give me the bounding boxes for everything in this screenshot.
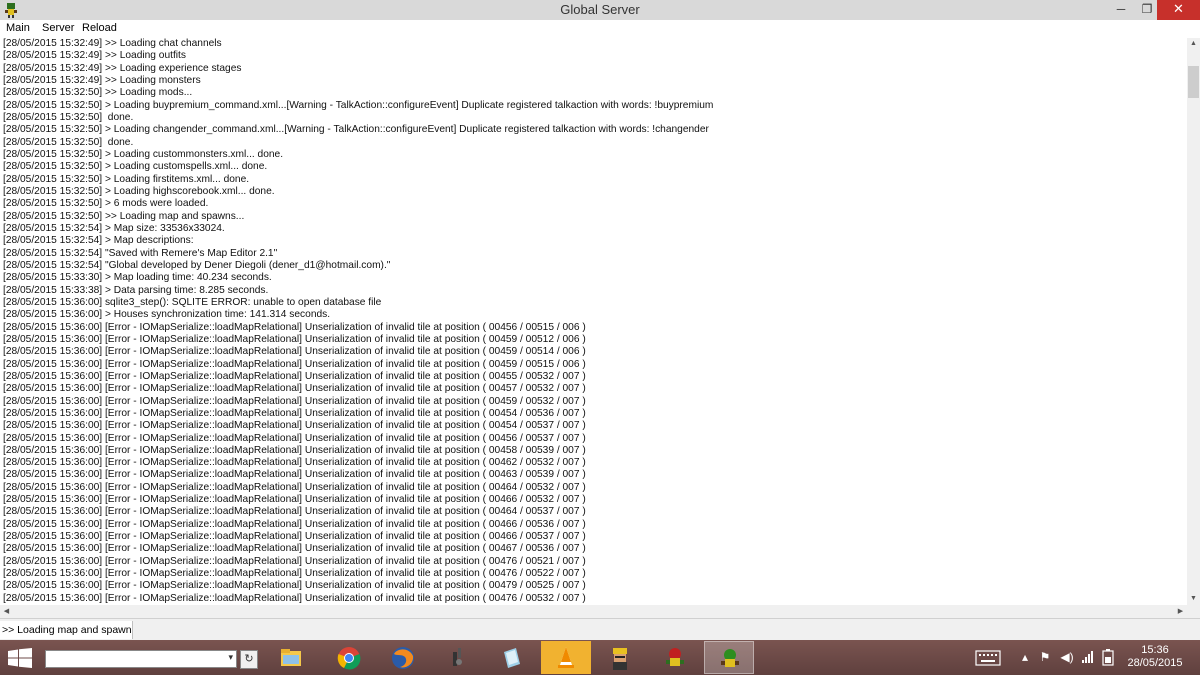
console-line: [28/05/2015 15:36:00] [Error - IOMapSeri… <box>3 568 586 580</box>
console-line: [28/05/2015 15:32:50] > Loading customsp… <box>3 161 268 173</box>
scroll-right-arrow-icon[interactable]: ▶ <box>1174 605 1187 618</box>
notepad-icon <box>504 648 520 668</box>
menu-reload[interactable]: Reload <box>82 22 117 34</box>
console-line: [28/05/2015 15:36:00] [Error - IOMapSeri… <box>3 531 586 543</box>
scrollbar-corner <box>1187 605 1200 618</box>
keyboard-icon[interactable] <box>975 650 1001 666</box>
character-icon <box>613 648 627 670</box>
console-log[interactable]: [28/05/2015 15:32:49] >> Loading chat ch… <box>0 38 1187 605</box>
scroll-down-arrow-icon[interactable]: ▼ <box>1187 593 1200 605</box>
taskbar-firefox[interactable] <box>378 641 428 674</box>
show-hidden-icons-icon[interactable]: ▴ <box>1017 649 1033 665</box>
battery-icon[interactable] <box>1101 649 1115 666</box>
console-line: [28/05/2015 15:36:00] [Error - IOMapSeri… <box>3 407 586 419</box>
taskbar-notepad[interactable] <box>487 641 537 674</box>
clock-date: 28/05/2015 <box>1127 657 1183 669</box>
console-line: [28/05/2015 15:36:00] [Error - IOMapSeri… <box>3 555 586 567</box>
console-line: [28/05/2015 15:36:00] [Error - IOMapSeri… <box>3 321 586 333</box>
console-line: [28/05/2015 15:32:50] > Loading buypremi… <box>3 99 714 111</box>
taskbar-tool[interactable] <box>432 641 482 674</box>
console-line: [28/05/2015 15:32:54] "Saved with Remere… <box>3 247 278 259</box>
address-search-input[interactable]: ▾ <box>45 650 237 668</box>
console-line: [28/05/2015 15:36:00] [Error - IOMapSeri… <box>3 543 586 555</box>
vertical-scroll-thumb[interactable] <box>1188 66 1199 98</box>
console-line: [28/05/2015 15:32:49] >> Loading outfits <box>3 50 186 62</box>
flag-icon[interactable]: ⚑ <box>1037 649 1053 665</box>
console-line: [28/05/2015 15:32:50] > Loading custommo… <box>3 148 284 160</box>
tool-icon <box>453 648 462 666</box>
menu-main[interactable]: Main <box>6 22 30 34</box>
console-line: [28/05/2015 15:36:00] [Error - IOMapSeri… <box>3 592 586 604</box>
close-button[interactable]: ✕ <box>1157 0 1200 20</box>
console-line: [28/05/2015 15:32:50] >> Loading map and… <box>3 210 245 222</box>
menu-bar: Main Server Reload <box>0 20 1200 38</box>
console-line: [28/05/2015 15:36:00] [Error - IOMapSeri… <box>3 420 586 432</box>
minimize-button[interactable]: ─ <box>1108 0 1134 20</box>
vertical-scrollbar[interactable]: ▲ ▼ <box>1187 38 1200 605</box>
console-line: [28/05/2015 15:36:00] [Error - IOMapSeri… <box>3 518 586 530</box>
vlc-icon <box>558 647 574 668</box>
clock[interactable]: 15:36 28/05/2015 <box>1125 644 1185 670</box>
windows-start-icon[interactable] <box>8 648 32 668</box>
scroll-left-arrow-icon[interactable]: ◀ <box>0 605 13 618</box>
file-explorer-icon <box>281 649 301 666</box>
console-line: [28/05/2015 15:32:54] > Map size: 33536x… <box>3 222 225 234</box>
volume-icon[interactable]: ◀) <box>1059 649 1075 665</box>
console-line: [28/05/2015 15:32:54] > Map descriptions… <box>3 235 194 247</box>
taskbar-vlc[interactable] <box>541 641 591 674</box>
console-line: [28/05/2015 15:36:00] [Error - IOMapSeri… <box>3 432 586 444</box>
console-line: [28/05/2015 15:32:50] >> Loading mods... <box>3 87 193 99</box>
console-line: [28/05/2015 15:32:49] >> Loading chat ch… <box>3 38 222 49</box>
window-title: Global Server <box>560 2 640 17</box>
console-line: [28/05/2015 15:36:00] [Error - IOMapSeri… <box>3 494 586 506</box>
console-line: [28/05/2015 15:36:00] [Error - IOMapSeri… <box>3 358 586 370</box>
console-line: [28/05/2015 15:36:00] [Error - IOMapSeri… <box>3 370 586 382</box>
console-line: [28/05/2015 15:36:00] [Error - IOMapSeri… <box>3 481 586 493</box>
taskbar-server[interactable] <box>650 641 700 674</box>
server-icon <box>666 648 684 666</box>
chrome-icon <box>337 647 361 670</box>
console-line: [28/05/2015 15:36:00] [Error - IOMapSeri… <box>3 383 586 395</box>
global-server-icon <box>721 649 739 667</box>
console-line: [28/05/2015 15:33:30] > Map loading time… <box>3 272 272 284</box>
title-bar: Global Server ─ ❐ ✕ <box>0 0 1200 20</box>
signal-icon[interactable] <box>1081 650 1095 664</box>
console-line: [28/05/2015 15:36:00] > Houses synchroni… <box>3 309 331 321</box>
console-line: [28/05/2015 15:36:00] [Error - IOMapSeri… <box>3 580 586 592</box>
console-line: [28/05/2015 15:36:00] [Error - IOMapSeri… <box>3 395 586 407</box>
menu-server[interactable]: Server <box>42 22 74 34</box>
console-line: [28/05/2015 15:32:49] >> Loading monster… <box>3 74 201 86</box>
console-line: [28/05/2015 15:36:00] [Error - IOMapSeri… <box>3 333 586 345</box>
console-line: [28/05/2015 15:32:50] done. <box>3 111 134 123</box>
console-line: [28/05/2015 15:32:50] > Loading highscor… <box>3 185 275 197</box>
console-line: [28/05/2015 15:36:00] [Error - IOMapSeri… <box>3 506 586 518</box>
refresh-icon[interactable]: ↻ <box>240 650 258 669</box>
taskbar-file-explorer[interactable] <box>266 641 316 674</box>
console-line: [28/05/2015 15:32:49] >> Loading experie… <box>3 62 242 74</box>
console-line: [28/05/2015 15:36:00] [Error - IOMapSeri… <box>3 457 586 469</box>
status-bar: >> Loading map and spawns... <box>0 618 1200 641</box>
console-line: [28/05/2015 15:36:00] [Error - IOMapSeri… <box>3 469 586 481</box>
horizontal-scrollbar[interactable]: ◀ ▶ <box>0 605 1187 618</box>
console-line: [28/05/2015 15:36:00] sqlite3_step(): SQ… <box>3 296 382 308</box>
console-line: [28/05/2015 15:32:50] > 6 mods were load… <box>3 198 209 210</box>
taskbar-global-server[interactable] <box>704 641 754 674</box>
scroll-up-arrow-icon[interactable]: ▲ <box>1187 38 1200 50</box>
console-line: [28/05/2015 15:36:00] [Error - IOMapSeri… <box>3 346 586 358</box>
console-line: [28/05/2015 15:32:50] > Loading changend… <box>3 124 709 136</box>
console-line: [28/05/2015 15:33:38] > Data parsing tim… <box>3 284 269 296</box>
status-text: >> Loading map and spawns... <box>0 621 133 639</box>
taskbar-chrome[interactable] <box>324 641 374 674</box>
firefox-icon <box>392 647 414 669</box>
chevron-down-icon[interactable]: ▾ <box>228 652 233 663</box>
console-line: [28/05/2015 15:32:50] > Loading firstite… <box>3 173 250 185</box>
console-line: [28/05/2015 15:32:50] done. <box>3 136 134 148</box>
console-line: [28/05/2015 15:32:54] "Global developed … <box>3 259 391 271</box>
clock-time: 15:36 <box>1141 644 1169 656</box>
console-line: [28/05/2015 15:36:00] [Error - IOMapSeri… <box>3 444 586 456</box>
taskbar: ▾ ↻ ▴ ⚑ ◀) 15:36 28/05/2015 <box>0 640 1200 675</box>
taskbar-character[interactable] <box>595 641 645 674</box>
